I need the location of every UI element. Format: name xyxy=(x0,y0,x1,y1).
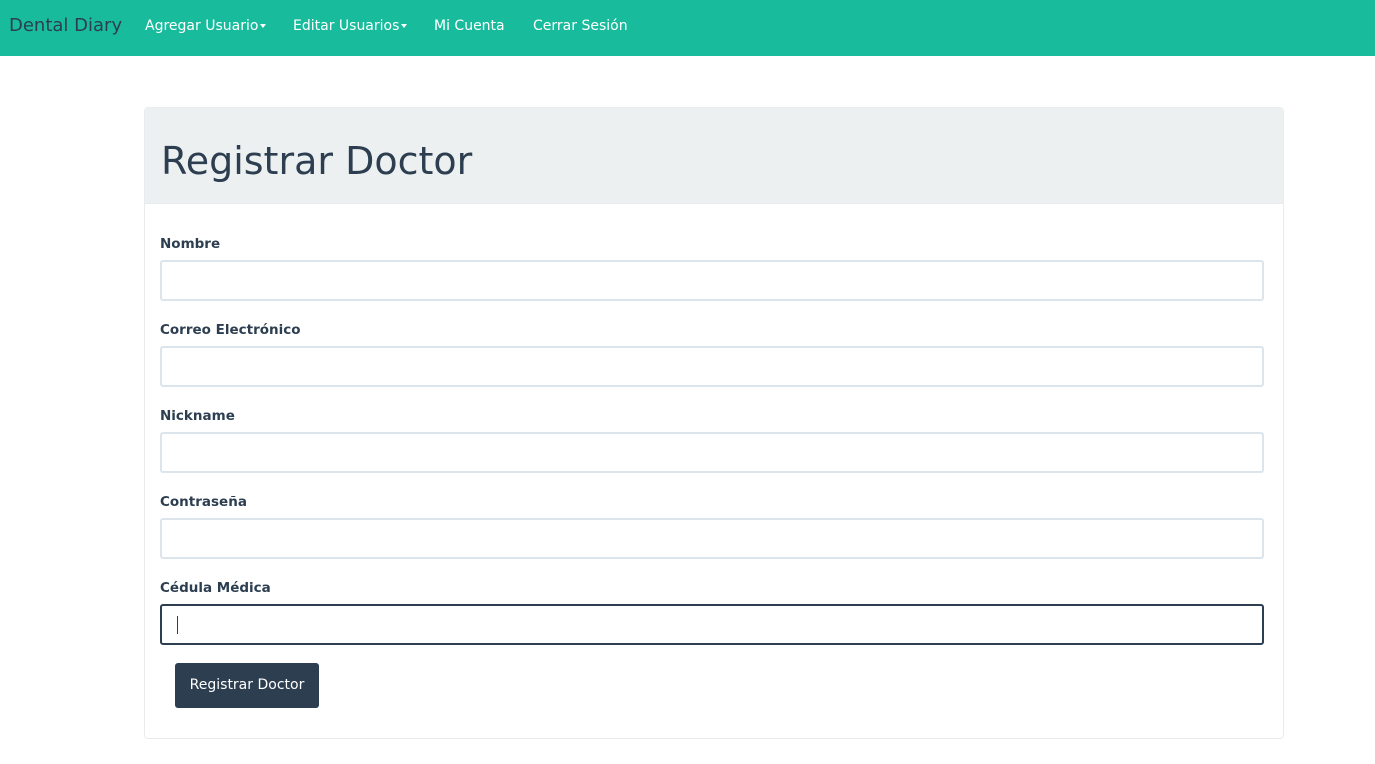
nickname-label: Nickname xyxy=(160,408,235,424)
correo-electronico-input[interactable] xyxy=(160,346,1264,387)
panel-heading: Registrar Doctor xyxy=(145,108,1283,204)
caret-down-icon xyxy=(260,24,267,28)
top-navbar: Dental Diary Agregar Usuario Editar Usua… xyxy=(0,0,1375,56)
nav-agregar-usuario-dropdown[interactable]: Agregar Usuario xyxy=(145,17,267,35)
registrar-doctor-button[interactable]: Registrar Doctor xyxy=(175,663,319,708)
cedula-medica-label: Cédula Médica xyxy=(160,580,271,596)
nav-item-label: Editar Usuarios xyxy=(293,18,400,34)
correo-electronico-label: Correo Electrónico xyxy=(160,322,301,338)
contrasena-input[interactable] xyxy=(160,518,1264,559)
nickname-input[interactable] xyxy=(160,432,1264,473)
page-title: Registrar Doctor xyxy=(161,139,473,183)
cedula-medica-input[interactable] xyxy=(160,604,1264,645)
brand-link[interactable]: Dental Diary xyxy=(9,14,122,38)
nav-item-label: Agregar Usuario xyxy=(145,18,259,34)
nav-cerrar-sesion-link[interactable]: Cerrar Sesión xyxy=(533,17,628,35)
text-cursor xyxy=(177,616,178,634)
nombre-label: Nombre xyxy=(160,236,221,252)
nav-mi-cuenta-link[interactable]: Mi Cuenta xyxy=(434,17,505,35)
caret-down-icon xyxy=(401,24,408,28)
nav-editar-usuarios-dropdown[interactable]: Editar Usuarios xyxy=(293,17,408,35)
nombre-input[interactable] xyxy=(160,260,1264,301)
contrasena-label: Contraseña xyxy=(160,494,247,510)
